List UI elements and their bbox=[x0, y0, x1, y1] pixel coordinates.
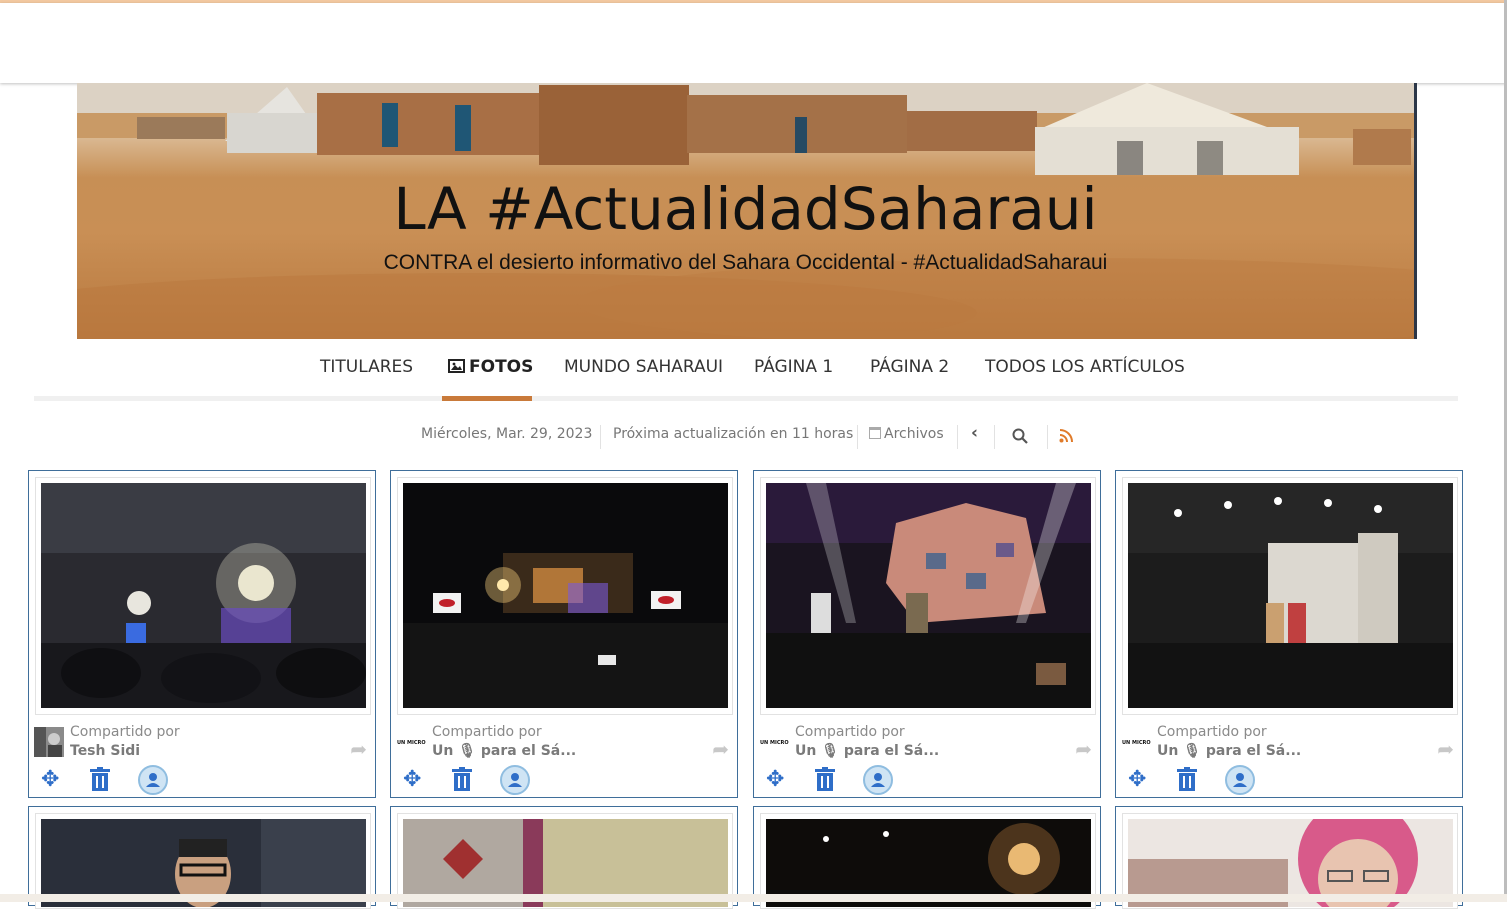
avatar[interactable]: UN MICRO bbox=[759, 727, 789, 757]
nav-divider bbox=[34, 396, 1458, 401]
avatar[interactable] bbox=[34, 727, 64, 757]
site-title[interactable]: LA #ActualidadSaharaui bbox=[77, 175, 1414, 243]
photo-card[interactable] bbox=[28, 806, 376, 909]
share-icon[interactable]: ➦ bbox=[712, 737, 729, 761]
separator bbox=[1047, 425, 1048, 449]
rss-icon[interactable] bbox=[1059, 429, 1073, 447]
shared-by-label: Compartido por bbox=[1157, 724, 1267, 740]
share-icon[interactable]: ➦ bbox=[1437, 737, 1454, 761]
header-banner: LA #ActualidadSaharaui CONTRA el desiert… bbox=[77, 83, 1417, 339]
photo-frame bbox=[35, 477, 371, 715]
current-date: Miércoles, Mar. 29, 2023 bbox=[421, 426, 593, 442]
photo-card[interactable]: UN MICRO Compartido por Un 🎙 para el Sá.… bbox=[1115, 470, 1463, 798]
svg-text:UN MICRO: UN MICRO bbox=[1122, 740, 1151, 746]
photo-card[interactable] bbox=[1115, 806, 1463, 909]
move-icon[interactable]: ✥ bbox=[41, 769, 59, 791]
archives-label: Archivos bbox=[884, 426, 944, 442]
user-edit-icon[interactable] bbox=[1225, 765, 1255, 795]
top-bar bbox=[0, 3, 1507, 83]
nav-pagina-1[interactable]: PÁGINA 1 bbox=[754, 357, 833, 377]
trash-icon[interactable] bbox=[451, 767, 473, 791]
author-name[interactable]: Un 🎙 para el Sá... bbox=[1157, 743, 1301, 759]
trash-icon[interactable] bbox=[89, 767, 111, 791]
photo-card[interactable]: UN MICRO Compartido por Un 🎙 para el Sá.… bbox=[390, 470, 738, 798]
nav-titulares[interactable]: TITULARES bbox=[320, 357, 413, 377]
trash-icon[interactable] bbox=[814, 767, 836, 791]
search-icon[interactable] bbox=[1012, 428, 1028, 448]
trash-icon[interactable] bbox=[1176, 767, 1198, 791]
photo-card[interactable]: Compartido por Tesh Sidi ➦ ✥ bbox=[28, 470, 376, 798]
photo-frame bbox=[1122, 477, 1458, 715]
nav-fotos[interactable]: FOTOS bbox=[448, 357, 533, 377]
photo[interactable] bbox=[403, 483, 728, 708]
move-icon[interactable]: ✥ bbox=[1128, 769, 1146, 791]
photo-frame bbox=[760, 477, 1096, 715]
move-icon[interactable]: ✥ bbox=[766, 769, 784, 791]
photo-frame bbox=[397, 477, 733, 715]
svg-text:UN MICRO: UN MICRO bbox=[760, 740, 789, 746]
nav-fotos-label: FOTOS bbox=[469, 357, 534, 377]
archives-link[interactable]: Archivos bbox=[869, 426, 944, 442]
photo-card[interactable]: UN MICRO Compartido por Un 🎙 para el Sá.… bbox=[753, 470, 1101, 798]
image-icon bbox=[448, 359, 465, 373]
calendar-icon bbox=[869, 427, 881, 439]
photo[interactable] bbox=[1128, 483, 1453, 708]
nav-pagina-2[interactable]: PÁGINA 2 bbox=[870, 357, 949, 377]
active-tab-indicator bbox=[442, 396, 532, 401]
share-icon[interactable]: ➦ bbox=[350, 737, 367, 761]
separator bbox=[957, 425, 958, 449]
nav-todos-los-articulos[interactable]: TODOS LOS ARTÍCULOS bbox=[985, 357, 1185, 377]
author-name[interactable]: Un 🎙 para el Sá... bbox=[795, 743, 939, 759]
bottom-edge bbox=[0, 894, 1507, 902]
share-icon[interactable]: ➦ bbox=[1075, 737, 1092, 761]
avatar[interactable]: UN MICRO bbox=[396, 727, 426, 757]
shared-by-label: Compartido por bbox=[70, 724, 180, 740]
svg-text:UN MICRO: UN MICRO bbox=[397, 740, 426, 746]
shared-by-label: Compartido por bbox=[795, 724, 905, 740]
photo-card[interactable] bbox=[753, 806, 1101, 909]
site-subtitle: CONTRA el desierto informativo del Sahar… bbox=[383, 251, 1108, 274]
photo-card[interactable] bbox=[390, 806, 738, 909]
user-edit-icon[interactable] bbox=[500, 765, 530, 795]
next-update-text: Próxima actualización en 11 horas bbox=[613, 426, 854, 442]
chevron-left-icon[interactable]: ‹ bbox=[971, 423, 978, 443]
avatar[interactable]: UN MICRO bbox=[1121, 727, 1151, 757]
user-edit-icon[interactable] bbox=[863, 765, 893, 795]
author-name[interactable]: Un 🎙 para el Sá... bbox=[432, 743, 576, 759]
author-name[interactable]: Tesh Sidi bbox=[70, 743, 140, 759]
separator bbox=[857, 425, 858, 449]
photo[interactable] bbox=[41, 483, 366, 708]
user-edit-icon[interactable] bbox=[138, 765, 168, 795]
separator bbox=[994, 425, 995, 449]
nav-mundo-saharaui[interactable]: MUNDO SAHARAUI bbox=[564, 357, 723, 377]
move-icon[interactable]: ✥ bbox=[403, 769, 421, 791]
photo[interactable] bbox=[766, 483, 1091, 708]
separator bbox=[600, 425, 601, 449]
shared-by-label: Compartido por bbox=[432, 724, 542, 740]
